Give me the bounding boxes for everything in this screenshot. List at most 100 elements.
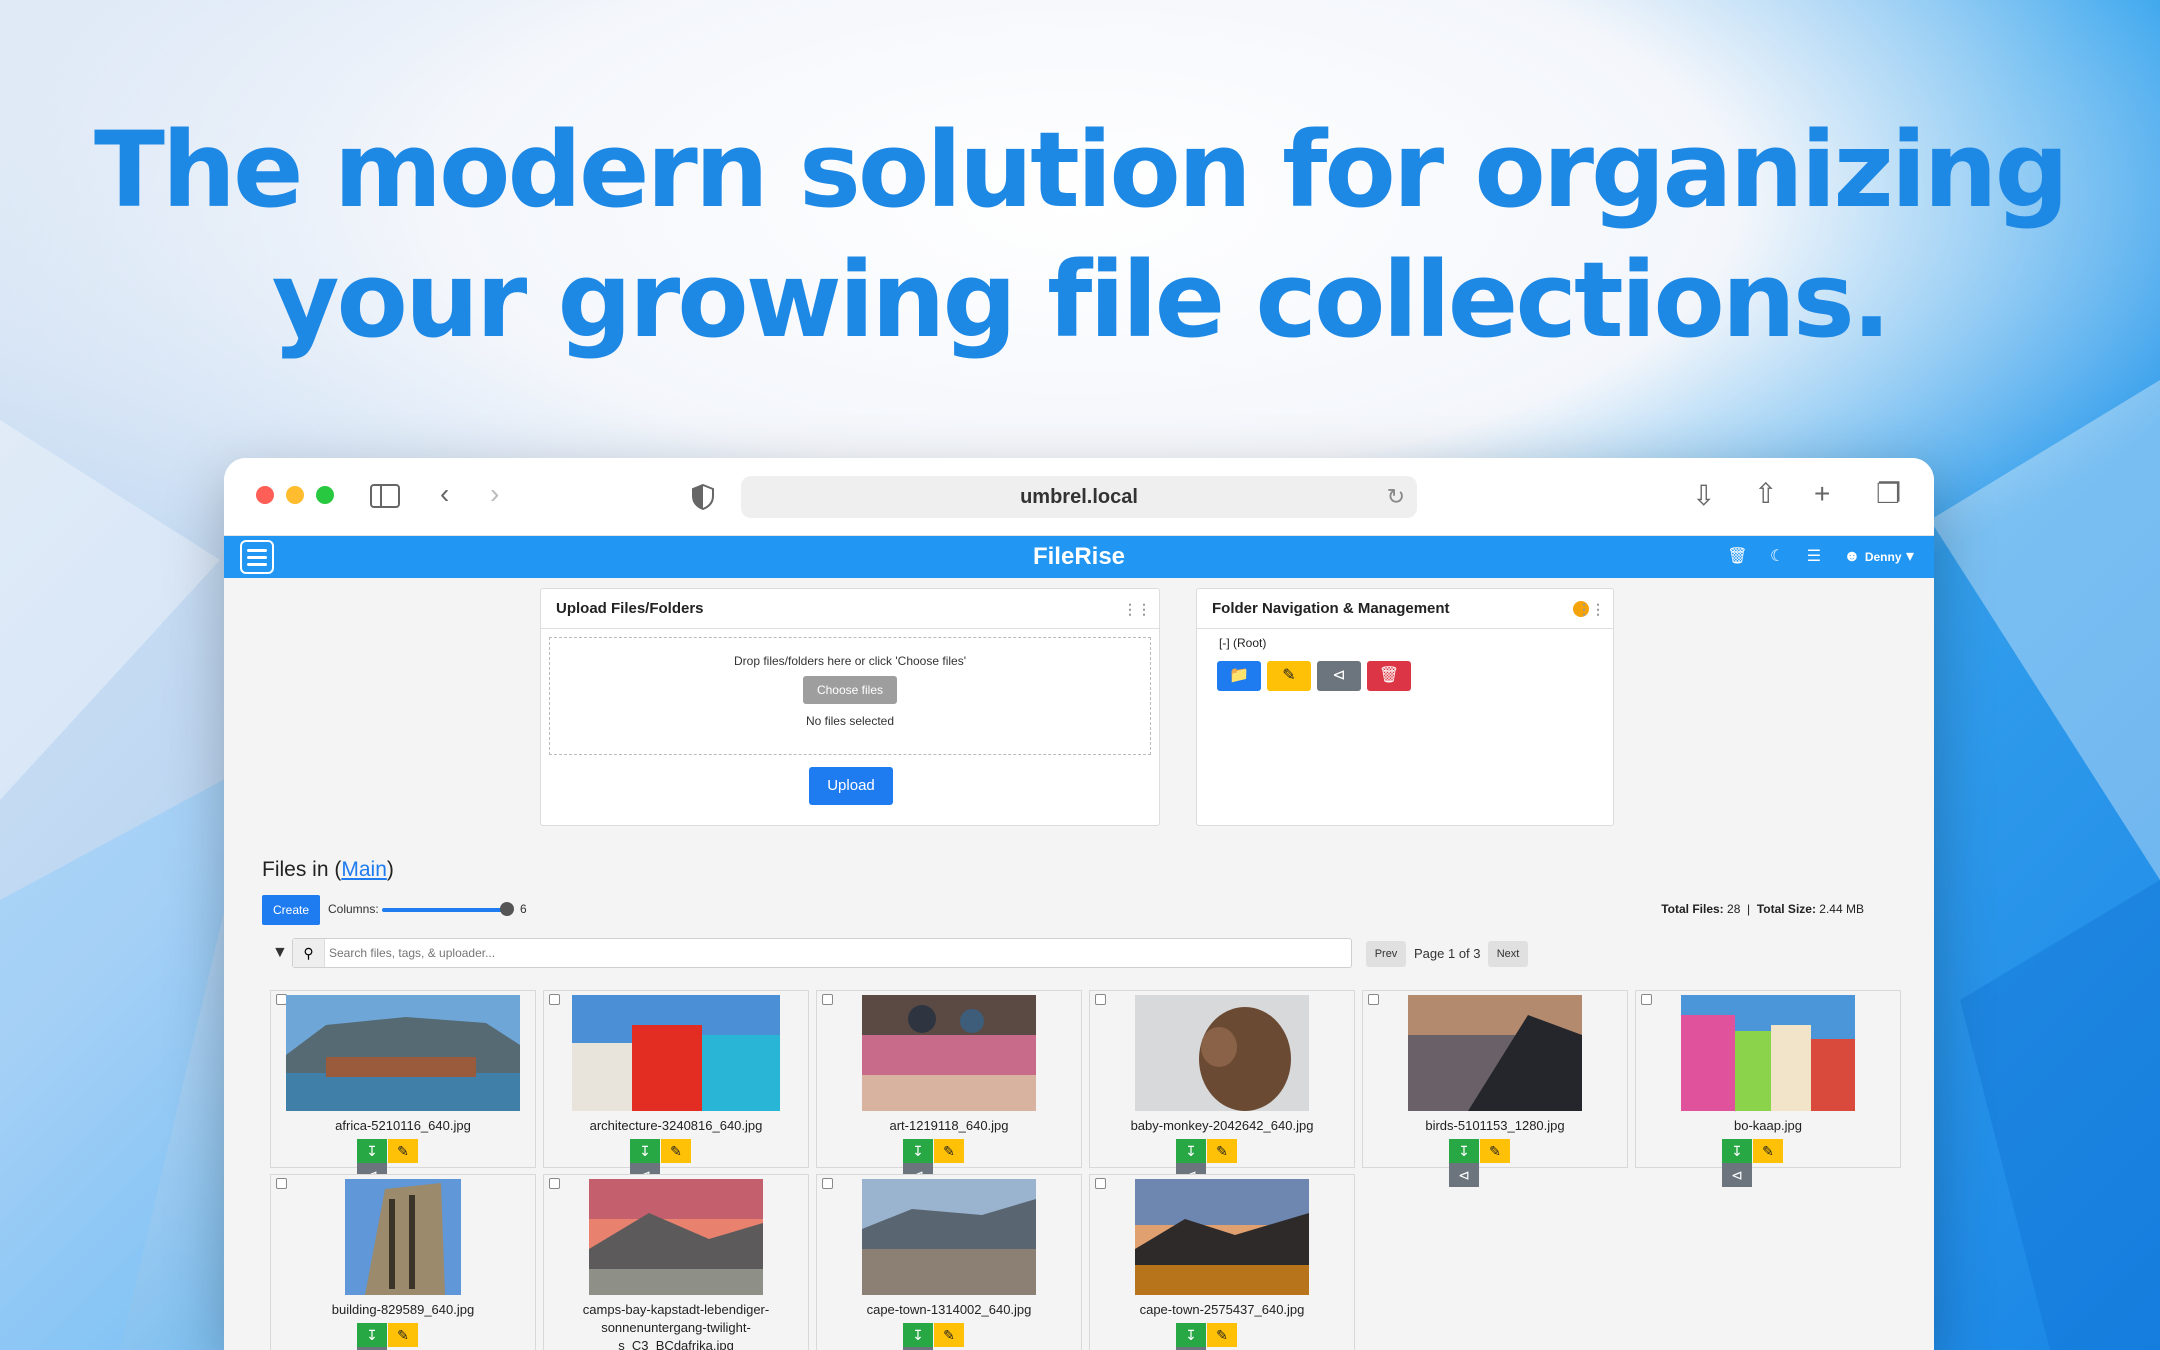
folder-tree-root[interactable]: [-] (Root): [1219, 636, 1266, 650]
hero-headline: The modern solution for organizing your …: [0, 105, 2160, 365]
share-button[interactable]: ⊲: [1722, 1163, 1752, 1187]
file-name: birds-5101153_1280.jpg: [1425, 1118, 1565, 1133]
rename-folder-button[interactable]: ✎: [1267, 661, 1311, 691]
file-checkbox[interactable]: [1368, 994, 1379, 1005]
file-thumbnail[interactable]: [862, 995, 1036, 1111]
filter-icon[interactable]: ▼: [272, 944, 288, 962]
trash-icon[interactable]: 🗑: [1727, 548, 1747, 565]
share-icon[interactable]: ⇧: [1754, 480, 1777, 508]
rename-button[interactable]: ✎: [934, 1323, 964, 1347]
address-bar[interactable]: umbrel.local ↻: [741, 476, 1417, 518]
browser-toolbar: ‹ › umbrel.local ↻ ⇩ ⇧ + ❐: [224, 458, 1934, 536]
delete-folder-button[interactable]: 🗑: [1367, 661, 1411, 691]
drag-handle-icon[interactable]: ⋮⋮: [1123, 589, 1151, 629]
file-thumbnail[interactable]: [589, 1179, 763, 1295]
file-actions: ↧✎⊲: [357, 1139, 449, 1187]
totals-summary: Total Files: 28 | Total Size: 2.44 MB: [1661, 902, 1864, 916]
download-button[interactable]: ↧: [1449, 1139, 1479, 1163]
file-thumbnail[interactable]: [572, 995, 780, 1111]
file-card[interactable]: camps-bay-kapstadt-lebendiger-sonnenunte…: [543, 1174, 809, 1350]
file-thumbnail[interactable]: [862, 1179, 1036, 1295]
file-card[interactable]: building-829589_640.jpg ↧✎⊲: [270, 1174, 536, 1350]
download-button[interactable]: ↧: [630, 1139, 660, 1163]
upload-button[interactable]: Upload: [809, 767, 893, 805]
folder-card-header: Folder Navigation & Management ⋮⋮: [1197, 589, 1613, 629]
share-button[interactable]: ⊲: [1449, 1163, 1479, 1187]
close-window-button[interactable]: [256, 486, 274, 504]
download-button[interactable]: ↧: [1176, 1323, 1206, 1347]
rename-button[interactable]: ✎: [388, 1323, 418, 1347]
minimize-window-button[interactable]: [286, 486, 304, 504]
download-button[interactable]: ↧: [357, 1139, 387, 1163]
prev-page-button[interactable]: Prev: [1366, 941, 1406, 967]
download-button[interactable]: ↧: [1176, 1139, 1206, 1163]
app-title: FileRise: [1032, 543, 1126, 570]
file-card[interactable]: baby-monkey-2042642_640.jpg ↧✎⊲: [1089, 990, 1355, 1187]
choose-files-button[interactable]: Choose files: [802, 676, 898, 704]
file-thumbnail[interactable]: [1681, 995, 1855, 1111]
rename-button[interactable]: ✎: [1480, 1139, 1510, 1163]
file-card[interactable]: africa-5210116_640.jpg ↧✎⊲: [270, 990, 536, 1187]
zoom-window-button[interactable]: [316, 486, 334, 504]
file-card[interactable]: birds-5101153_1280.jpg ↧ ✎ ⊲: [1362, 990, 1628, 1187]
file-checkbox[interactable]: [549, 1178, 560, 1189]
file-checkbox[interactable]: [822, 1178, 833, 1189]
rename-button[interactable]: ✎: [1753, 1139, 1783, 1163]
file-actions: ↧✎⊲: [1176, 1139, 1268, 1187]
reload-icon[interactable]: ↻: [1387, 476, 1405, 518]
share-folder-button[interactable]: ⊲: [1317, 661, 1361, 691]
file-name: africa-5210116_640.jpg: [335, 1118, 471, 1133]
next-page-button[interactable]: Next: [1488, 941, 1528, 967]
current-folder-link[interactable]: Main: [341, 858, 387, 881]
upload-card: Upload Files/Folders ⋮⋮ Drop files/folde…: [540, 588, 1160, 826]
columns-slider-track[interactable]: [382, 908, 508, 912]
user-name: Denny: [1864, 550, 1902, 564]
downloads-icon[interactable]: ⇩: [1692, 482, 1715, 510]
file-checkbox[interactable]: [1095, 1178, 1106, 1189]
file-checkbox[interactable]: [549, 994, 560, 1005]
rename-button[interactable]: ✎: [1207, 1323, 1237, 1347]
create-button[interactable]: Create: [262, 895, 320, 925]
file-checkbox[interactable]: [276, 1178, 287, 1189]
drag-handle-icon[interactable]: ⋮⋮: [1577, 589, 1605, 629]
file-checkbox[interactable]: [822, 994, 833, 1005]
forward-arrow-icon[interactable]: ›: [490, 480, 499, 508]
list-view-icon[interactable]: ☰: [1807, 548, 1821, 565]
rename-button[interactable]: ✎: [661, 1139, 691, 1163]
file-checkbox[interactable]: [1095, 994, 1106, 1005]
rename-button[interactable]: ✎: [388, 1139, 418, 1163]
headline-line-1: The modern solution for organizing: [93, 109, 2069, 231]
browser-window: ‹ › umbrel.local ↻ ⇩ ⇧ + ❐ FileRise 🗑 ☾ …: [224, 458, 1934, 1350]
download-button[interactable]: ↧: [1722, 1139, 1752, 1163]
file-name: cape-town-2575437_640.jpg: [1139, 1302, 1305, 1317]
search-input[interactable]: [329, 939, 1347, 967]
dark-mode-icon[interactable]: ☾: [1770, 548, 1784, 565]
file-thumbnail[interactable]: [1135, 995, 1309, 1111]
file-card[interactable]: art-1219118_640.jpg ↧✎⊲: [816, 990, 1082, 1187]
columns-slider-thumb[interactable]: [500, 902, 514, 916]
tab-overview-icon[interactable]: ❐: [1876, 480, 1901, 508]
file-card[interactable]: cape-town-2575437_640.jpg ↧✎⊲: [1089, 1174, 1355, 1350]
download-button[interactable]: ↧: [903, 1323, 933, 1347]
privacy-shield-icon[interactable]: [692, 484, 714, 510]
file-thumbnail[interactable]: [345, 1179, 461, 1295]
file-card[interactable]: bo-kaap.jpg ↧ ✎ ⊲: [1635, 990, 1901, 1187]
new-tab-icon[interactable]: +: [1814, 480, 1830, 508]
file-checkbox[interactable]: [1641, 994, 1652, 1005]
file-name: architecture-3240816_640.jpg: [589, 1118, 763, 1133]
file-card[interactable]: cape-town-1314002_640.jpg ↧✎⊲: [816, 1174, 1082, 1350]
back-arrow-icon[interactable]: ‹: [440, 480, 449, 508]
file-card[interactable]: architecture-3240816_640.jpg ↧✎⊲: [543, 990, 809, 1187]
file-thumbnail[interactable]: [1135, 1179, 1309, 1295]
user-menu[interactable]: ☻ Denny ▾: [1844, 548, 1914, 565]
rename-button[interactable]: ✎: [934, 1139, 964, 1163]
drop-zone[interactable]: Drop files/folders here or click 'Choose…: [549, 637, 1151, 755]
file-thumbnail[interactable]: [286, 995, 520, 1111]
download-button[interactable]: ↧: [357, 1323, 387, 1347]
file-thumbnail[interactable]: [1408, 995, 1582, 1111]
rename-button[interactable]: ✎: [1207, 1139, 1237, 1163]
sidebar-toggle-icon[interactable]: [370, 484, 400, 508]
file-actions: ↧✎⊲: [903, 1323, 995, 1350]
create-folder-button[interactable]: 📁: [1217, 661, 1261, 691]
download-button[interactable]: ↧: [903, 1139, 933, 1163]
